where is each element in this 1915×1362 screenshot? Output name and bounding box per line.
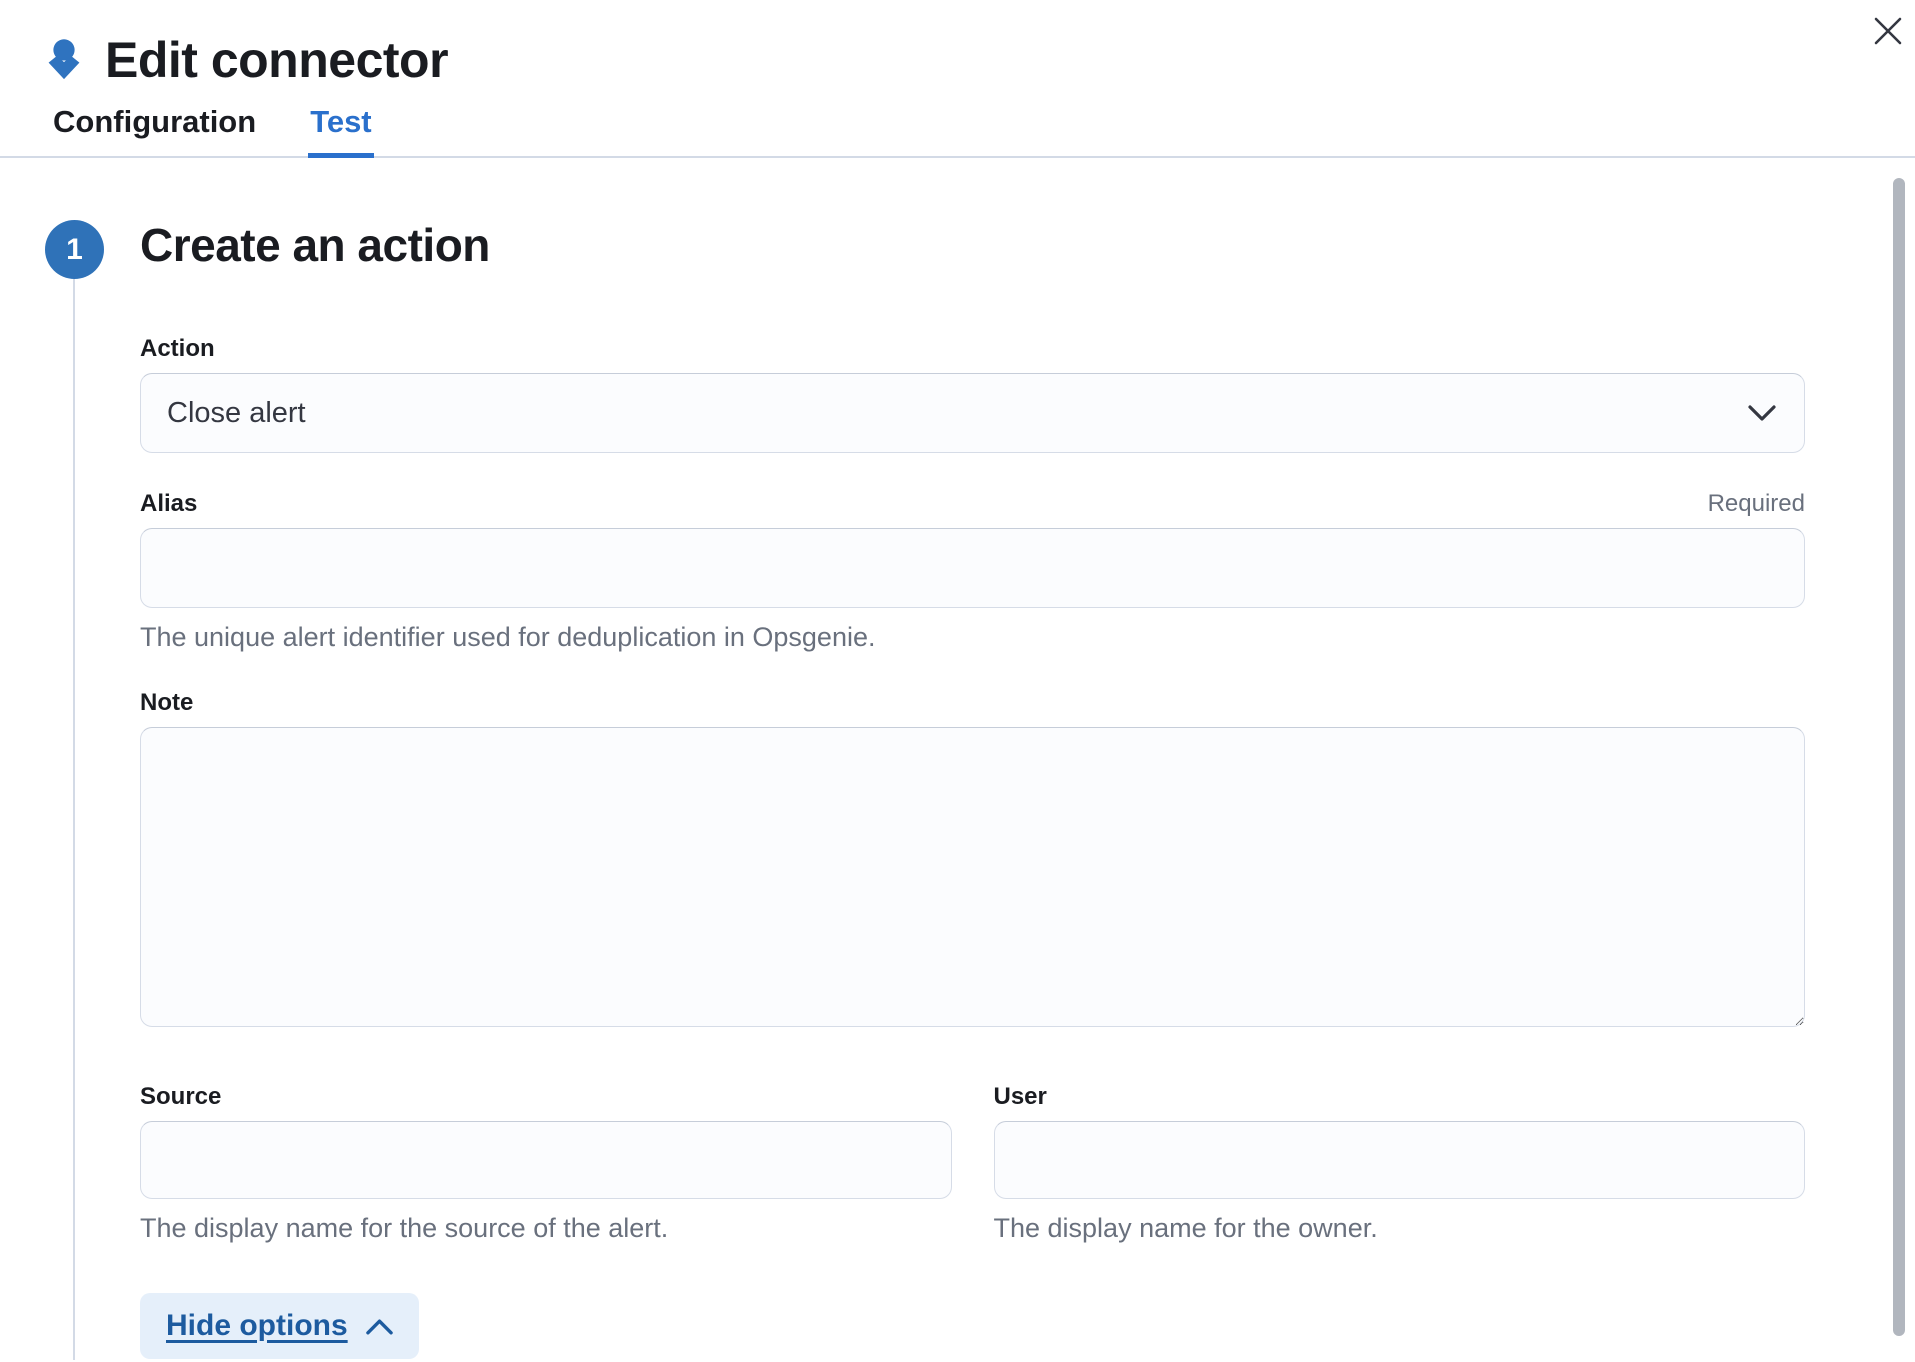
tab-configuration[interactable]: Configuration [51, 100, 258, 156]
page-title: Edit connector [105, 34, 448, 86]
chevron-up-icon [366, 1318, 393, 1335]
alias-input[interactable] [140, 528, 1805, 608]
step-number-badge: 1 [45, 220, 104, 279]
hide-options-button[interactable]: Hide options [140, 1293, 419, 1359]
hide-options-label: Hide options [166, 1309, 348, 1343]
source-input[interactable] [140, 1121, 952, 1199]
step-rail [73, 278, 75, 1360]
action-label: Action [140, 334, 1805, 363]
flyout-header: Edit connector [0, 0, 1915, 86]
tab-test[interactable]: Test [308, 100, 373, 158]
step-title: Create an action [140, 218, 1805, 272]
action-select-value: Close alert [167, 397, 306, 430]
user-field: User The display name for the owner. [994, 1082, 1806, 1245]
user-help-text: The display name for the owner. [994, 1211, 1806, 1245]
source-user-row: Source The display name for the source o… [140, 1082, 1805, 1245]
note-field-row: Note [140, 688, 1805, 1032]
source-label: Source [140, 1082, 952, 1111]
note-textarea[interactable] [140, 727, 1805, 1027]
alias-label: Alias [140, 489, 197, 518]
alias-help-text: The unique alert identifier used for ded… [140, 620, 1805, 654]
close-button[interactable] [1865, 8, 1911, 54]
opsgenie-logo-icon [47, 38, 81, 82]
vertical-scrollbar[interactable] [1893, 178, 1905, 1336]
alias-field-row: Alias Required The unique alert identifi… [140, 489, 1805, 654]
chevron-down-icon [1748, 405, 1776, 422]
tabs-bar: Configuration Test [0, 100, 1915, 158]
close-icon [1873, 16, 1903, 46]
note-label: Note [140, 688, 1805, 717]
source-field: Source The display name for the source o… [140, 1082, 952, 1245]
alias-required-text: Required [1708, 489, 1805, 518]
test-connector-form: 1 Create an action Action Close alert Al… [0, 158, 1915, 1360]
action-field-row: Action Close alert [140, 334, 1805, 453]
action-select[interactable]: Close alert [140, 373, 1805, 453]
user-label: User [994, 1082, 1806, 1111]
source-help-text: The display name for the source of the a… [140, 1211, 952, 1245]
user-input[interactable] [994, 1121, 1806, 1199]
